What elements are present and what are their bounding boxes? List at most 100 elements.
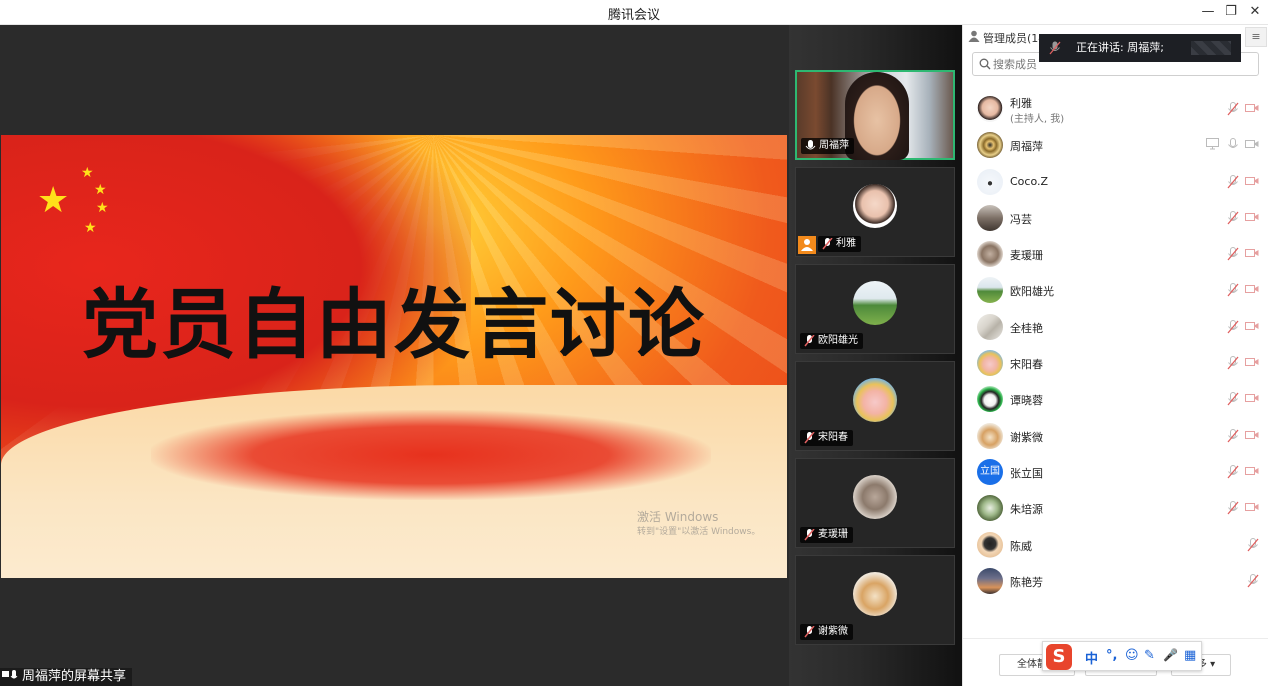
restore-button[interactable]: ❐ <box>1219 2 1243 22</box>
member-name: 宋阳春 <box>1010 358 1043 372</box>
ime-emoji-icon[interactable]: ☺ <box>1125 648 1139 663</box>
camera-off-icon[interactable] <box>1245 212 1259 222</box>
member-name: 麦瑗珊 <box>1010 249 1043 263</box>
video-tile[interactable]: 宋阳春 <box>795 361 955 451</box>
mic-muted-icon[interactable] <box>1227 356 1239 370</box>
mic-muted-icon[interactable] <box>1227 210 1239 225</box>
participant-avatar <box>853 378 897 422</box>
mic-muted-icon[interactable] <box>1227 464 1239 479</box>
video-tile-name: 欧阳雄光 <box>800 333 863 349</box>
mic-on-icon <box>805 140 816 150</box>
member-item[interactable]: 冯芸 <box>963 200 1268 236</box>
camera-off-icon[interactable] <box>1245 393 1259 403</box>
small-star-icon: ★ <box>96 200 109 216</box>
mic-muted-icon[interactable] <box>1227 428 1239 443</box>
mic-muted-icon[interactable] <box>1247 573 1259 588</box>
ime-chinese-mode-button[interactable]: 中 <box>1085 648 1098 667</box>
camera-off-icon[interactable] <box>1245 430 1259 440</box>
member-name: 全桂艳 <box>1010 321 1043 335</box>
mic-on-icon[interactable] <box>1227 138 1239 152</box>
video-tile[interactable]: 周福萍 <box>795 70 955 160</box>
member-item[interactable]: 麦瑗珊 <box>963 236 1268 272</box>
mic-muted-icon[interactable] <box>1227 392 1239 406</box>
ime-toolbox-icon[interactable]: ▦ <box>1184 648 1196 663</box>
video-strip[interactable]: 周福萍 利雅 欧阳雄光 宋阳春 麦瑗珊 谢紫微 <box>789 25 962 686</box>
member-avatar <box>977 204 1003 231</box>
member-item[interactable]: 立国 张立国 <box>963 454 1268 490</box>
small-star-icon: ★ <box>84 220 97 236</box>
camera-off-icon[interactable] <box>1245 139 1259 149</box>
member-avatar <box>977 277 1003 304</box>
member-item[interactable]: 谢紫微 <box>963 418 1268 454</box>
ime-toolbar[interactable]: S 中 °, ☺ ✎ 🎤 ▦ <box>1042 641 1202 671</box>
ime-voice-icon[interactable]: 🎤 <box>1163 648 1178 662</box>
member-avatar <box>977 313 1003 340</box>
mic-muted-icon[interactable] <box>1227 174 1239 189</box>
video-tile-name: 宋阳春 <box>800 430 853 446</box>
member-item[interactable]: 欧阳雄光 <box>963 272 1268 308</box>
participant-avatar <box>853 475 897 519</box>
member-item[interactable]: 朱培源 <box>963 490 1268 526</box>
member-initials-avatar: 立国 <box>977 458 1003 485</box>
member-item[interactable]: 全桂艳 <box>963 309 1268 345</box>
video-tile-name-text: 利雅 <box>836 238 856 249</box>
camera-off-icon[interactable] <box>1245 502 1259 512</box>
share-label-text: 周福萍的屏幕共享 <box>22 669 127 684</box>
sogou-logo-icon[interactable]: S <box>1046 644 1072 670</box>
participant-avatar <box>853 281 897 325</box>
member-avatar <box>977 96 1003 122</box>
mic-muted-icon[interactable] <box>1227 319 1239 334</box>
camera-off-icon[interactable] <box>1245 284 1259 294</box>
member-name: 陈艳芳 <box>1010 575 1043 589</box>
mic-muted-icon[interactable] <box>1227 501 1239 515</box>
mic-muted-icon[interactable] <box>1247 537 1259 552</box>
member-panel: 管理成员(14) ≡ 利雅 (主持人, 我) 周福萍 <box>962 25 1268 686</box>
member-avatar <box>977 241 1003 268</box>
title-bar: 腾讯会议 — ❐ ✕ <box>0 0 1268 25</box>
member-item[interactable]: 利雅 (主持人, 我) <box>963 91 1268 127</box>
window-title: 腾讯会议 <box>607 8 660 23</box>
member-item[interactable]: 周福萍 <box>963 127 1268 163</box>
panel-menu-button[interactable]: ≡ <box>1245 27 1267 47</box>
video-tile[interactable]: 麦瑗珊 <box>795 458 955 548</box>
camera-off-icon[interactable] <box>1245 466 1259 476</box>
mic-muted-icon <box>804 529 815 541</box>
slide-title: 党员自由发言讨论 <box>82 280 706 369</box>
video-tile[interactable]: 欧阳雄光 <box>795 264 955 354</box>
mic-muted-icon[interactable] <box>1227 283 1239 297</box>
mic-muted-icon <box>822 238 833 250</box>
camera-off-icon[interactable] <box>1245 357 1259 367</box>
member-name: 冯芸 <box>1010 212 1032 226</box>
close-button[interactable]: ✕ <box>1243 2 1267 22</box>
member-item[interactable]: 陈威 <box>963 527 1268 563</box>
member-item[interactable]: Coco.Z <box>963 164 1268 200</box>
screen-share-icon <box>1206 138 1219 150</box>
camera-off-icon[interactable] <box>1245 103 1259 113</box>
camera-off-icon[interactable] <box>1245 321 1259 331</box>
camera-off-icon[interactable] <box>1245 248 1259 258</box>
member-item[interactable]: 陈艳芳 <box>963 563 1268 599</box>
video-tile-name: 利雅 <box>818 236 861 252</box>
screen-share-area[interactable]: ★ ★ ★ ★ ★ 党员自由发言讨论 激活 Windows 转到"设置"以激活 … <box>0 25 789 686</box>
member-item[interactable]: 宋阳春 <box>963 345 1268 381</box>
shared-slide: ★ ★ ★ ★ ★ 党员自由发言讨论 激活 Windows 转到"设置"以激活 … <box>1 135 787 578</box>
mic-muted-icon[interactable] <box>1227 102 1239 116</box>
mic-muted-icon[interactable] <box>1227 247 1239 261</box>
member-list: 利雅 (主持人, 我) 周福萍 Coco.Z 冯芸 麦瑗珊 欧阳雄光 全桂艳 宋… <box>963 91 1268 599</box>
video-tile[interactable]: 谢紫微 <box>795 555 955 645</box>
speaking-text: 正在讲话: 周福萍; <box>1076 41 1164 54</box>
member-name: 张立国 <box>1010 466 1043 480</box>
small-star-icon: ★ <box>81 165 94 181</box>
video-tile-name: 麦瑗珊 <box>800 527 853 543</box>
ime-punctuation-button[interactable]: °, <box>1106 648 1117 663</box>
screen-share-mic-icon <box>2 670 18 684</box>
speaking-decoration <box>1191 41 1231 55</box>
ime-handwrite-icon[interactable]: ✎ <box>1144 648 1155 663</box>
video-tile[interactable]: 利雅 <box>795 167 955 257</box>
host-icon <box>798 236 816 254</box>
video-tile-name-text: 欧阳雄光 <box>818 335 858 346</box>
minimize-button[interactable]: — <box>1196 2 1220 22</box>
member-name: 周福萍 <box>1010 140 1043 154</box>
member-item[interactable]: 谭晓蓉 <box>963 381 1268 417</box>
camera-off-icon[interactable] <box>1245 176 1259 186</box>
